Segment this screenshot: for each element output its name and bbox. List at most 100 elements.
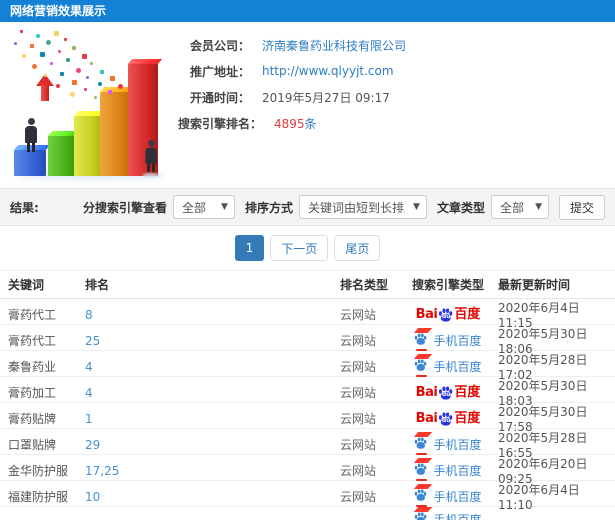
baidu-logo-cn: 百度 xyxy=(454,307,481,322)
article-type-label: 文章类型 xyxy=(436,200,485,215)
cell-rank[interactable]: 8 xyxy=(85,308,340,322)
table-row: 金华防护服 17,25 云网站 手机百度 2020年6月20日 09:25 xyxy=(0,455,615,486)
cell-rank[interactable]: 4 xyxy=(85,360,340,374)
cell-rank-type: 云网站 xyxy=(340,334,377,348)
mobile-baidu-label: 手机百度 xyxy=(433,438,482,452)
baidu-logo-cn: 百度 xyxy=(454,385,481,400)
cell-engine: Bai du 百度 xyxy=(398,308,498,322)
cell-rank[interactable]: 1 xyxy=(85,412,340,426)
seo-rank-value: 4895条 xyxy=(274,115,317,132)
info-row: 开通时间： 2019年5月27日 09:17 xyxy=(178,84,615,110)
mobile-baidu-label: 手机百度 xyxy=(433,334,482,348)
cell-rank[interactable]: 4 xyxy=(85,386,340,400)
cell-rank[interactable]: 29 xyxy=(85,438,340,452)
mobile-baidu-paw-icon xyxy=(414,333,428,351)
info-row: 推广地址： http://www.qlyyjt.com xyxy=(178,58,615,84)
seo-rank-unit: 条 xyxy=(304,116,317,131)
baidu-logo-bai: Bai xyxy=(415,385,438,400)
table-row: 膏药代工 8 云网站 Bai du 百度 2020年6月4日 11:15 xyxy=(0,299,615,330)
submit-button[interactable]: 提交 xyxy=(558,194,605,220)
marketing-chart-illustration xyxy=(6,28,178,180)
sort-filter-value: 关键词由短到长排序 xyxy=(307,200,405,215)
cell-engine: 手机百度 xyxy=(398,462,498,481)
table-row: 膏药代工 25 云网站 手机百度 2020年5月30日 18:06 xyxy=(0,325,615,356)
mobile-baidu-logo: 手机百度 xyxy=(414,332,482,351)
cell-rank[interactable]: 17,25 xyxy=(85,464,340,478)
promo-url-value[interactable]: http://www.qlyyjt.com xyxy=(262,64,394,78)
top-section: 会员公司： 济南秦鲁药业科技有限公司 推广地址： http://www.qlyyjt.… xyxy=(0,22,615,188)
baidu-logo: Bai du 百度 xyxy=(415,385,481,400)
table-row: 膏药加工 4 云网站 Bai du 百度 2020年5月30日 18:03 xyxy=(0,377,615,408)
cell-rank-type: 云网站 xyxy=(340,438,377,452)
filter-bar: 结果: 分搜索引擎查看 全部 ▼ 排序方式 关键词由短到长排序 ▼ 文章类型 全… xyxy=(0,188,615,226)
businessman-figure-left xyxy=(25,118,37,152)
article-type-value: 全部 xyxy=(499,200,524,215)
member-company-value[interactable]: 济南秦鲁药业科技有限公司 xyxy=(262,37,406,54)
cell-rank[interactable]: 10 xyxy=(85,490,340,504)
cell-rank-type: 云网站 xyxy=(340,386,377,400)
mobile-baidu-label: 手机百度 xyxy=(433,464,482,478)
chart-bar-orange xyxy=(100,92,130,176)
baidu-logo: Bai du 百度 xyxy=(416,411,481,426)
cell-engine: 手机百度 xyxy=(398,358,498,377)
cell-keyword: 膏药贴牌 xyxy=(8,412,57,426)
page-title: 网络营销效果展示 xyxy=(10,4,107,18)
mobile-baidu-paw-icon xyxy=(414,489,428,507)
baidu-logo-du: du xyxy=(441,416,451,424)
table-body: 膏药代工 8 云网站 Bai du 百度 2020年6月4日 11:15 膏药代工 25 云网站手… xyxy=(0,299,615,520)
table-row: 秦鲁药业 4 云网站 手机百度 2020年5月28日 17:02 xyxy=(0,351,615,382)
mobile-baidu-logo: 手机百度 xyxy=(414,436,482,455)
mobile-baidu-logo: 手机百度 xyxy=(414,511,482,520)
mobile-baidu-logo: 手机百度 xyxy=(414,462,482,481)
chart-bar-yellow xyxy=(74,116,102,176)
filter-group: 分搜索引擎查看 全部 ▼ 排序方式 关键词由短到长排序 ▼ 文章类型 全部 ▼ … xyxy=(79,194,605,220)
pagination: 1 下一页 尾页 xyxy=(0,226,615,270)
page-1-button[interactable]: 1 xyxy=(234,235,265,261)
info-row: 会员公司： 济南秦鲁药业科技有限公司 xyxy=(178,32,615,58)
mobile-baidu-paw-icon xyxy=(414,359,428,377)
chart-bar-blue xyxy=(14,150,46,176)
chevron-down-icon: ▼ xyxy=(535,202,542,212)
cell-engine: 手机百度 xyxy=(398,488,498,507)
chevron-down-icon: ▼ xyxy=(221,202,228,212)
result-label: 结果: xyxy=(10,200,39,215)
cell-engine: 手机百度 xyxy=(398,436,498,455)
cell-engine: Bai du 百度 xyxy=(398,386,498,400)
baidu-logo-du: du xyxy=(441,390,451,398)
cell-rank[interactable]: 25 xyxy=(85,334,340,348)
sort-filter-select[interactable]: 关键词由短到长排序 ▼ xyxy=(298,195,427,219)
mobile-baidu-logo: 手机百度 xyxy=(414,488,482,507)
cell-engine: Bai du 百度 xyxy=(398,412,498,426)
col-rank: 排名 xyxy=(85,278,110,292)
baidu-logo-bai: Bai xyxy=(415,307,438,322)
sort-filter-label: 排序方式 xyxy=(244,200,293,215)
cell-update-time: 2020年6月4日 11:10 xyxy=(498,483,580,512)
col-rank-type: 排名类型 xyxy=(340,278,389,292)
cell-rank-type: 云网站 xyxy=(340,308,377,322)
table-row: 膏药贴牌 1 云网站 Bai du 百度 2020年5月30日 17:58 xyxy=(0,403,615,434)
chart-bar-green xyxy=(48,136,76,176)
mobile-baidu-label: 手机百度 xyxy=(433,360,482,374)
table-row: 福建防护服 10 云网站 手机百度 2020年6月4日 11:10 xyxy=(0,481,615,512)
baidu-paw-icon: du xyxy=(438,308,453,322)
titlebar: 网络营销效果展示 xyxy=(0,0,615,22)
rankings-table: 关键词 排名 排名类型 搜索引擎类型 最新更新时间 膏药代工 8 云网站 Bai du 百… xyxy=(0,270,615,520)
company-info: 会员公司： 济南秦鲁药业科技有限公司 推广地址： http://www.qlyyjt.… xyxy=(178,32,615,136)
baidu-logo-cn: 百度 xyxy=(454,411,481,426)
next-page-button[interactable]: 下一页 xyxy=(270,235,329,261)
cell-rank-type: 云网站 xyxy=(340,490,377,504)
article-type-select[interactable]: 全部 ▼ xyxy=(490,195,549,219)
table-row: 口罩贴牌 29 云网站 手机百度 2020年5月28日 16:55 xyxy=(0,429,615,460)
col-keyword: 关键词 xyxy=(8,278,45,292)
last-page-button[interactable]: 尾页 xyxy=(334,235,381,261)
engine-filter-select[interactable]: 全部 ▼ xyxy=(172,195,235,219)
baidu-logo-du: du xyxy=(441,312,451,320)
seo-rank-label: 搜索引擎排名： xyxy=(178,116,263,131)
cell-keyword: 膏药代工 xyxy=(8,334,57,348)
table-header: 关键词 排名 排名类型 搜索引擎类型 最新更新时间 xyxy=(0,271,615,299)
member-company-label: 会员公司： xyxy=(189,38,250,53)
cell-rank-type: 云网站 xyxy=(340,360,377,374)
engine-filter-label: 分搜索引擎查看 xyxy=(82,200,167,215)
col-update-time: 最新更新时间 xyxy=(498,278,571,292)
promo-url-label: 推广地址： xyxy=(189,64,250,79)
